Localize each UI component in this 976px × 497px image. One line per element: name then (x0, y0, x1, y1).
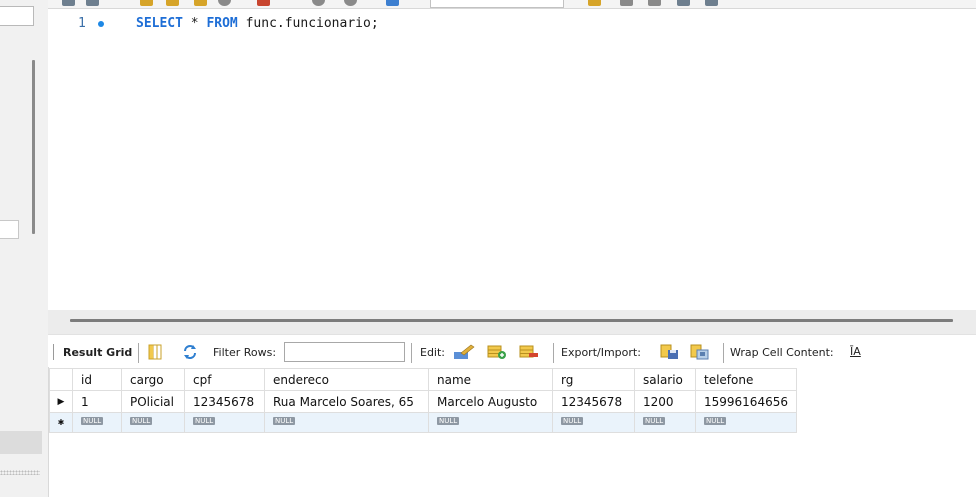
delete-row-icon[interactable] (519, 344, 539, 360)
table-cell[interactable]: NULL (634, 412, 696, 433)
grid-header-row: id cargo cpf endereco name rg salario te… (49, 368, 797, 391)
rollback-icon[interactable] (344, 0, 357, 6)
explain-icon[interactable] (194, 0, 207, 6)
null-badge: NULL (273, 416, 296, 425)
navigator-scrollbar[interactable] (32, 60, 35, 234)
code-table-ref: func.funcionario; (237, 16, 379, 31)
navigator-field[interactable] (0, 220, 19, 239)
statement-marker-icon (98, 21, 104, 27)
add-row-icon[interactable] (487, 344, 507, 360)
result-toolbar: Result Grid Filter Rows: Edit: Export/Im… (48, 334, 976, 367)
export-import-label: Export/Import: (561, 346, 641, 359)
table-cell[interactable]: Marcelo Augusto (428, 390, 553, 413)
word-wrap-icon[interactable] (705, 0, 718, 6)
stop-icon[interactable] (218, 0, 231, 6)
table-cell[interactable]: NULL (264, 412, 429, 433)
commit-icon[interactable] (312, 0, 325, 6)
column-header[interactable]: rg (552, 368, 635, 391)
table-cell[interactable]: 12345678 (552, 390, 635, 413)
table-cell[interactable]: NULL (121, 412, 185, 433)
table-cell[interactable]: 1 (72, 390, 122, 413)
table-cell[interactable]: 12345678 (184, 390, 265, 413)
navigator-search-input[interactable] (0, 6, 34, 26)
new-row[interactable]: ✱ NULL NULL NULL NULL NULL NULL NULL NUL… (49, 412, 797, 433)
table-row[interactable]: ▶ 1 POlicial 12345678 Rua Marcelo Soares… (49, 390, 797, 413)
result-grid-tab[interactable]: Result Grid (63, 346, 132, 359)
separator (723, 343, 724, 363)
column-header[interactable]: cargo (121, 368, 185, 391)
table-cell[interactable]: POlicial (121, 390, 185, 413)
beautify-icon[interactable] (588, 0, 601, 6)
current-row-marker-icon[interactable]: ▶ (49, 390, 73, 413)
editor-gutter: 1 (48, 9, 124, 37)
row-header-corner (49, 368, 73, 391)
edit-row-icon[interactable] (453, 344, 475, 360)
table-cell[interactable]: NULL (552, 412, 635, 433)
toggle-error-icon[interactable] (257, 0, 270, 6)
null-badge: NULL (704, 416, 727, 425)
edit-label: Edit: (420, 346, 446, 359)
result-grid: id cargo cpf endereco name rg salario te… (49, 368, 809, 433)
line-number: 1 (78, 16, 86, 31)
import-icon[interactable] (690, 344, 710, 360)
table-cell[interactable]: NULL (695, 412, 797, 433)
navigator-tab-bar[interactable] (0, 431, 42, 454)
table-cell[interactable]: NULL (72, 412, 122, 433)
null-badge: NULL (437, 416, 460, 425)
sql-editor-toolbar (48, 0, 976, 9)
column-header[interactable]: telefone (695, 368, 797, 391)
save-file-icon[interactable] (86, 0, 99, 6)
separator (553, 343, 554, 363)
code-line[interactable]: SELECT * FROM func.funcionario; (136, 16, 379, 31)
null-badge: NULL (561, 416, 584, 425)
null-badge: NULL (81, 416, 104, 425)
filter-rows-label: Filter Rows: (213, 346, 277, 359)
grid-layout-icon[interactable] (147, 344, 163, 360)
find-icon[interactable] (620, 0, 633, 6)
wrap-cell-content-label: Wrap Cell Content: (730, 346, 834, 359)
column-header[interactable]: cpf (184, 368, 265, 391)
new-row-marker-icon[interactable]: ✱ (49, 412, 73, 433)
table-cell[interactable]: 1200 (634, 390, 696, 413)
export-icon[interactable] (660, 344, 680, 360)
column-header[interactable]: id (72, 368, 122, 391)
null-badge: NULL (193, 416, 216, 425)
splitter-grip-icon[interactable] (0, 470, 40, 475)
column-header[interactable]: endereco (264, 368, 429, 391)
invisible-chars-icon[interactable] (648, 0, 661, 6)
separator (138, 343, 139, 363)
autocommit-icon[interactable] (386, 0, 399, 6)
navigator-pane (0, 0, 49, 497)
separator (411, 343, 412, 363)
table-cell[interactable]: NULL (184, 412, 265, 433)
column-header[interactable]: name (428, 368, 553, 391)
table-cell[interactable]: NULL (428, 412, 553, 433)
code-star: * (182, 16, 207, 31)
toolbar-grip (53, 344, 54, 360)
open-file-icon[interactable] (62, 0, 75, 6)
splitter-handle[interactable] (70, 319, 953, 322)
editor-result-splitter[interactable] (48, 310, 976, 334)
keyword-select: SELECT (136, 16, 183, 31)
wrap-cell-toggle-icon[interactable]: ĪA (850, 345, 861, 358)
column-header[interactable]: salario (634, 368, 696, 391)
table-cell[interactable]: Rua Marcelo Soares, 65 (264, 390, 429, 413)
limit-rows-select[interactable] (430, 0, 564, 8)
execute-current-icon[interactable] (166, 0, 179, 6)
editor-body[interactable] (48, 37, 976, 310)
wrap-lines-icon[interactable] (677, 0, 690, 6)
refresh-icon[interactable] (182, 344, 198, 360)
keyword-from: FROM (206, 16, 238, 31)
null-badge: NULL (643, 416, 666, 425)
filter-rows-input[interactable] (284, 342, 405, 362)
execute-icon[interactable] (140, 0, 153, 6)
null-badge: NULL (130, 416, 153, 425)
sql-editor[interactable]: 1 SELECT * FROM func.funcionario; (48, 9, 976, 310)
table-cell[interactable]: 15996164656 (695, 390, 797, 413)
